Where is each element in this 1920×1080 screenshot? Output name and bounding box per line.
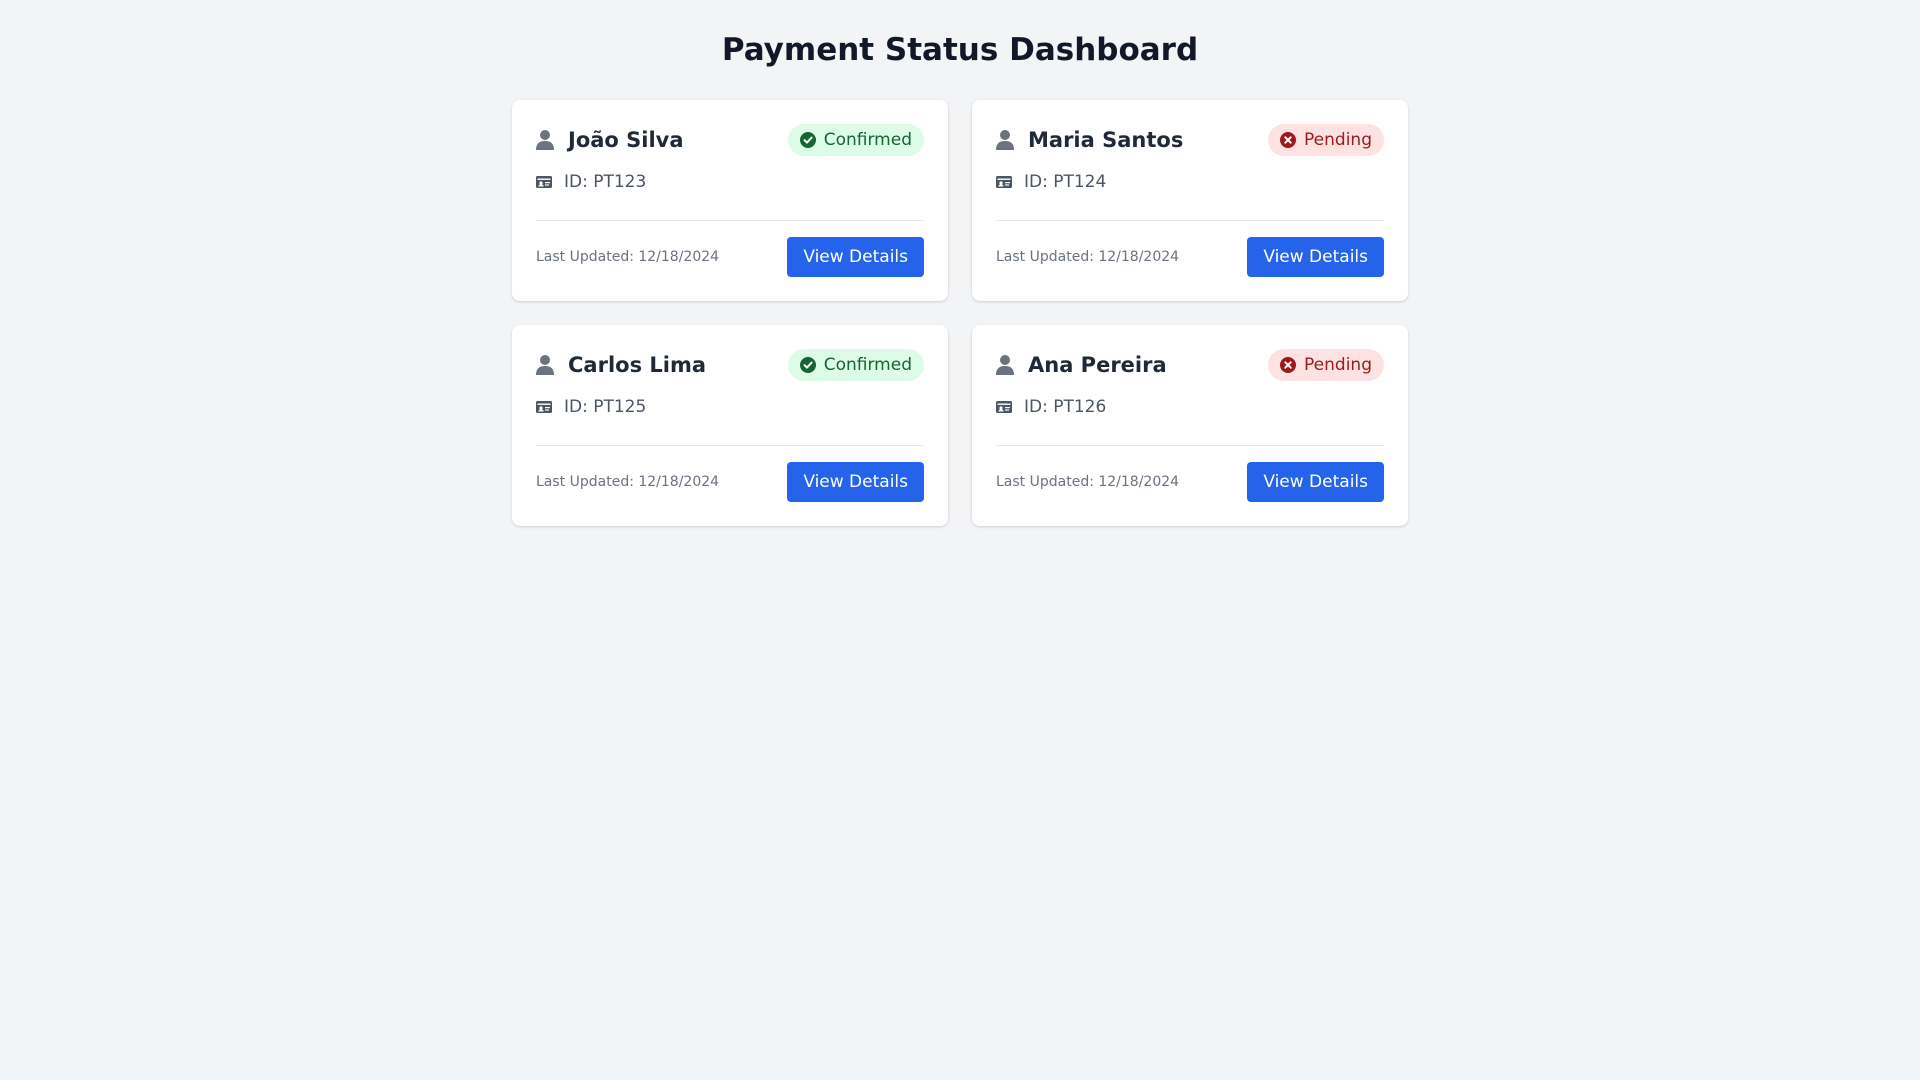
user-icon [996, 130, 1014, 150]
payment-card: João Silva Confirmed ID: PT123 Last Upda… [512, 100, 948, 301]
card-footer: Last Updated: 12/18/2024 View Details [996, 237, 1384, 277]
customer-name-group: Ana Pereira [996, 353, 1167, 377]
payment-id: ID: PT126 [1024, 397, 1107, 417]
payment-id: ID: PT125 [564, 397, 647, 417]
customer-name: João Silva [568, 128, 684, 152]
card-header: Carlos Lima Confirmed [536, 349, 924, 381]
status-badge: Pending [1268, 124, 1384, 156]
user-icon [536, 130, 554, 150]
status-badge: Pending [1268, 349, 1384, 381]
card-footer: Last Updated: 12/18/2024 View Details [996, 462, 1384, 502]
last-updated: Last Updated: 12/18/2024 [536, 249, 720, 265]
payment-id-row: ID: PT123 [536, 168, 924, 196]
customer-name: Maria Santos [1028, 128, 1184, 152]
status-label: Confirmed [823, 355, 912, 375]
id-card-icon [536, 175, 552, 189]
card-header: Ana Pereira Pending [996, 349, 1384, 381]
customer-name: Carlos Lima [568, 353, 707, 377]
user-icon [996, 355, 1014, 375]
card-divider [996, 220, 1384, 221]
x-circle-icon [1280, 132, 1297, 148]
customer-name-group: Carlos Lima [536, 353, 706, 377]
payment-card: Maria Santos Pending ID: PT124 Last Upda… [972, 100, 1408, 301]
status-label: Confirmed [823, 130, 912, 150]
x-circle-icon [1280, 357, 1297, 373]
status-label: Pending [1304, 355, 1372, 375]
payment-id: ID: PT123 [564, 172, 647, 192]
status-badge: Confirmed [787, 349, 924, 381]
check-circle-icon [799, 132, 816, 148]
view-details-button[interactable]: View Details [1247, 462, 1384, 502]
view-details-button[interactable]: View Details [1247, 237, 1384, 277]
card-footer: Last Updated: 12/18/2024 View Details [536, 462, 924, 502]
card-footer: Last Updated: 12/18/2024 View Details [536, 237, 924, 277]
last-updated: Last Updated: 12/18/2024 [996, 474, 1180, 490]
dashboard-page: Payment Status Dashboard João Silva Conf… [512, 0, 1408, 526]
view-details-button[interactable]: View Details [787, 237, 924, 277]
status-label: Pending [1304, 130, 1372, 150]
id-card-icon [996, 400, 1012, 414]
card-divider [536, 445, 924, 446]
card-divider [536, 220, 924, 221]
status-badge: Confirmed [787, 124, 924, 156]
payment-id-row: ID: PT126 [996, 393, 1384, 421]
user-icon [536, 355, 554, 375]
view-details-button[interactable]: View Details [787, 462, 924, 502]
id-card-icon [996, 175, 1012, 189]
last-updated: Last Updated: 12/18/2024 [536, 474, 720, 490]
card-divider [996, 445, 1384, 446]
last-updated: Last Updated: 12/18/2024 [996, 249, 1180, 265]
payment-card: Carlos Lima Confirmed ID: PT125 Last Upd… [512, 325, 948, 526]
payment-id-row: ID: PT125 [536, 393, 924, 421]
page-title: Payment Status Dashboard [721, 32, 1199, 68]
id-card-icon [536, 400, 552, 414]
card-header: Maria Santos Pending [996, 124, 1384, 156]
payment-id-row: ID: PT124 [996, 168, 1384, 196]
payment-card: Ana Pereira Pending ID: PT126 Last Updat… [972, 325, 1408, 526]
payment-card-grid: João Silva Confirmed ID: PT123 Last Upda… [512, 100, 1408, 526]
customer-name-group: João Silva [536, 128, 684, 152]
payment-id: ID: PT124 [1024, 172, 1107, 192]
customer-name-group: Maria Santos [996, 128, 1183, 152]
card-header: João Silva Confirmed [536, 124, 924, 156]
customer-name: Ana Pereira [1028, 353, 1167, 377]
check-circle-icon [799, 357, 816, 373]
